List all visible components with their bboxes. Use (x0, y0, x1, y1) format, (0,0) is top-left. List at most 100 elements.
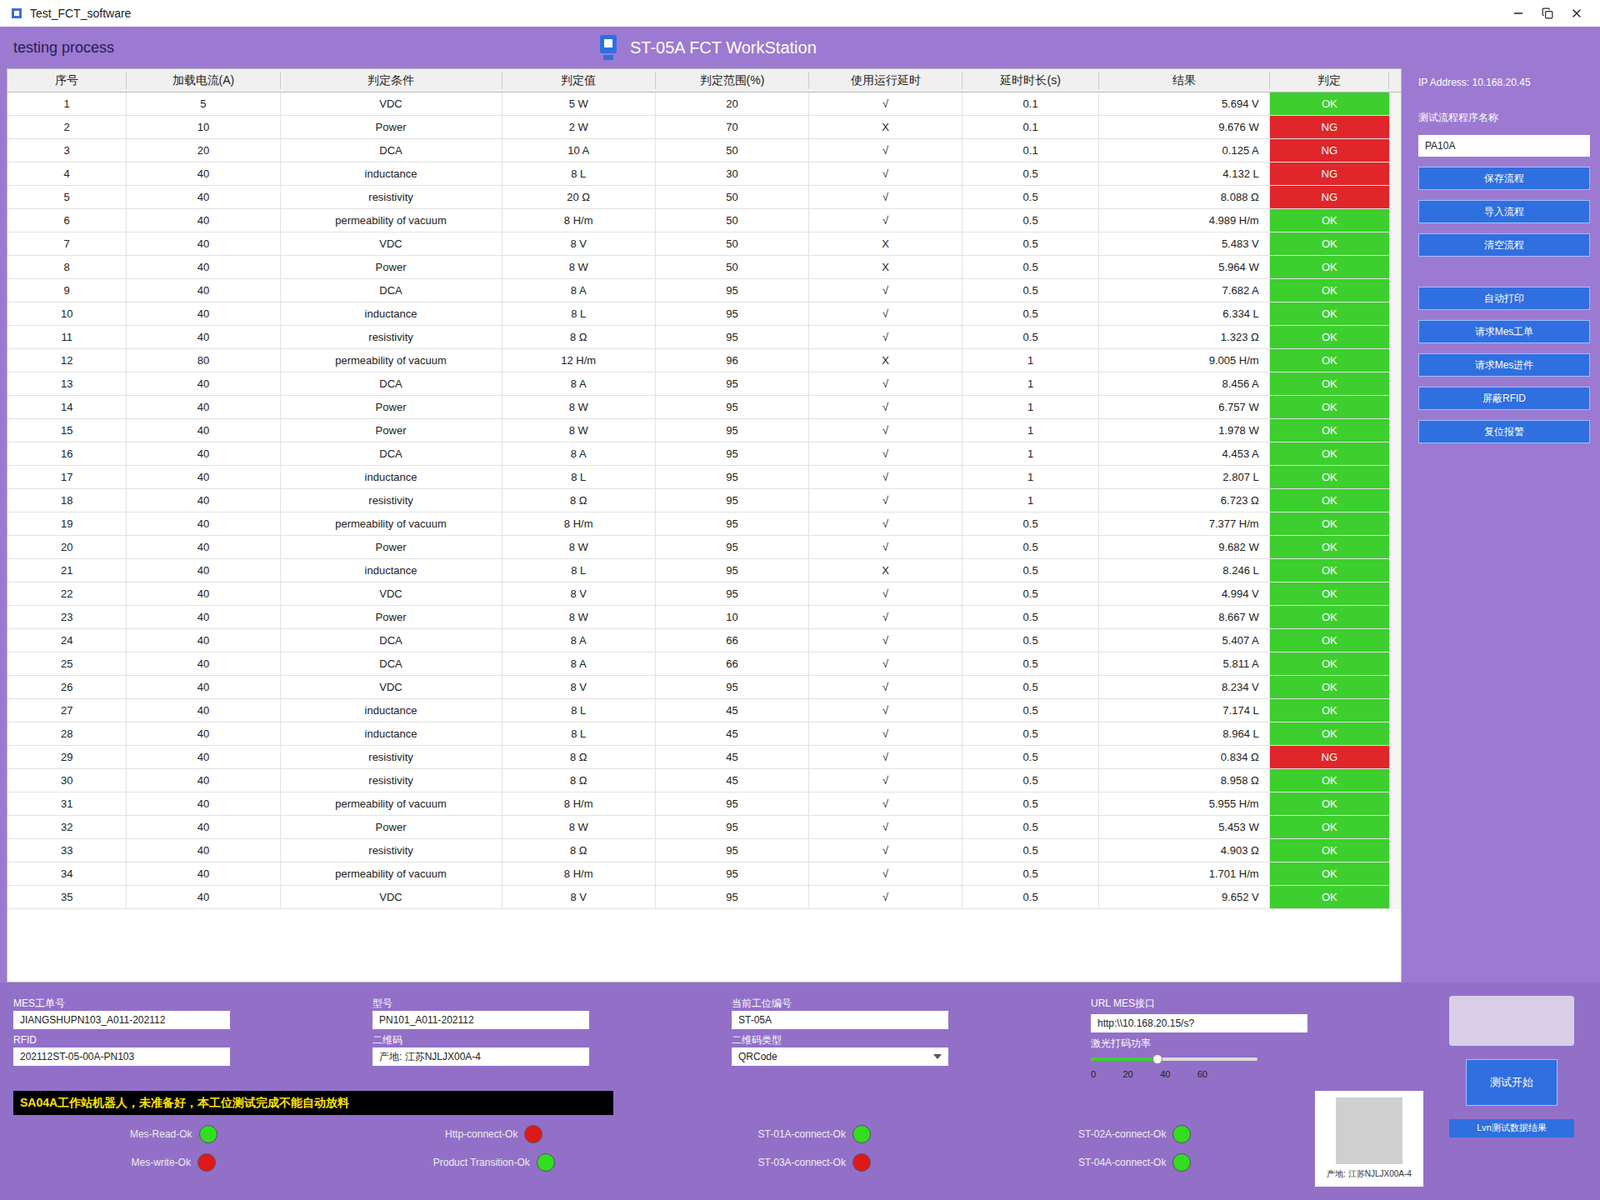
slider-tick: 20 (1123, 1067, 1134, 1082)
table-cell: 1 (962, 419, 1100, 442)
table-cell: 5.811 A (1099, 652, 1270, 675)
table-cell: √ (809, 419, 963, 442)
field-label: URL MES接口 (1090, 995, 1424, 1011)
result-button[interactable]: Lvn测试数据结果 (1449, 1119, 1575, 1138)
table-cell: 0.5 (962, 792, 1100, 815)
field-input[interactable]: 202112ST-05-00A-PN103 (13, 1047, 230, 1066)
table-row[interactable]: 440inductance8 L30√0.54.132 LNG (7, 162, 1390, 186)
table-row[interactable]: 2940resistivity8 Ω45√0.50.834 ΩNG (7, 745, 1390, 770)
table-row[interactable]: 1740inductance8 L95√12.807 LOK (7, 465, 1390, 490)
column-header[interactable]: 延时时长(s) (962, 71, 1100, 90)
table-row[interactable]: 1140resistivity8 Ω95√0.51.323 ΩOK (7, 325, 1390, 350)
company-logo (1449, 995, 1575, 1046)
table-cell: 2 (7, 115, 127, 139)
column-header[interactable]: 判定条件 (280, 71, 503, 90)
laser-label: 激光打码功率 (1090, 1035, 1424, 1051)
judge-cell: OK (1270, 372, 1390, 395)
table-row[interactable]: 3140permeability of vacuum8 H/m95√0.55.9… (7, 792, 1390, 816)
table-cell: 1.978 W (1099, 419, 1270, 442)
sidebar-button[interactable]: 屏蔽RFID (1418, 386, 1590, 410)
table-row[interactable]: 640permeability of vacuum8 H/m50√0.54.98… (7, 209, 1390, 233)
column-header[interactable]: 判定范围(%) (655, 71, 810, 90)
table-row[interactable]: 2740inductance8 L45√0.57.174 LOK (7, 699, 1390, 723)
table-row[interactable]: 1840resistivity8 Ω95√16.723 ΩOK (7, 489, 1390, 513)
table-row[interactable]: 3040resistivity8 Ω45√0.58.958 ΩOK (7, 769, 1390, 793)
table-row[interactable]: 1440Power8 W95√16.757 WOK (7, 395, 1390, 420)
table-row[interactable]: 210Power2 W70X0.19.676 WNG (7, 115, 1390, 140)
table-row[interactable]: 2340Power8 W10√0.58.667 WOK (7, 605, 1390, 630)
sidebar-button[interactable]: 清空流程 (1418, 233, 1590, 257)
table-row[interactable]: 2540DCA8 A66√0.55.811 AOK (7, 652, 1390, 676)
judge-cell: OK (1270, 512, 1390, 535)
scrollbar[interactable] (1389, 92, 1401, 910)
table-cell: 40 (126, 699, 280, 722)
table-cell: 40 (126, 162, 280, 185)
laser-slider[interactable] (1090, 1054, 1258, 1065)
column-header[interactable]: 判定值 (502, 71, 656, 90)
qr-code: 产地: 江苏NJLJX00A-4 (1315, 1090, 1424, 1187)
table-row[interactable]: 3440permeability of vacuum8 H/m95√0.51.7… (7, 862, 1390, 886)
table-cell: Power (280, 255, 503, 279)
slider-tick: 0 (1090, 1067, 1096, 1082)
field-label: 当前工位编号 (731, 995, 1065, 1011)
table-cell: 95 (655, 675, 810, 699)
table-cell: Power (280, 605, 503, 629)
table-cell: 8 Ω (502, 769, 656, 792)
table-cell: 28 (7, 722, 127, 745)
table-row[interactable]: 740VDC8 V50X0.55.483 VOK (7, 232, 1390, 256)
judge-cell: OK (1270, 419, 1390, 442)
start-button[interactable]: 测试开始 (1465, 1059, 1558, 1106)
table-row[interactable]: 3540VDC8 V95√0.59.652 VOK (7, 885, 1390, 910)
close-icon[interactable] (1570, 6, 1584, 20)
table-row[interactable]: 3340resistivity8 Ω95√0.54.903 ΩOK (7, 839, 1390, 863)
table-row[interactable]: 3240Power8 W95√0.55.453 WOK (7, 815, 1390, 840)
sidebar-button[interactable]: 请求Mes工单 (1418, 320, 1590, 344)
field-input[interactable]: 产地: 江苏NJLJX00A-4 (372, 1047, 590, 1066)
table-cell: 40 (126, 769, 280, 792)
table-cell: 40 (126, 745, 280, 769)
column-header[interactable]: 使用运行延时 (809, 71, 963, 90)
sidebar-button[interactable]: 保存流程 (1418, 166, 1590, 190)
table-row[interactable]: 2040Power8 W95√0.59.682 WOK (7, 535, 1390, 560)
column-header[interactable]: 加载电流(A) (126, 71, 280, 90)
table-row[interactable]: 540resistivity20 Ω50√0.58.088 ΩNG (7, 185, 1390, 210)
table-row[interactable]: 2140inductance8 L95X0.58.246 LOK (7, 559, 1390, 583)
slider-thumb[interactable] (1152, 1054, 1163, 1065)
field-input[interactable]: PN101_A011-202112 (372, 1010, 590, 1030)
table-row[interactable]: 840Power8 W50X0.55.964 WOK (7, 255, 1390, 280)
table-cell: 19 (7, 512, 127, 535)
table-row[interactable]: 1040inductance8 L95√0.56.334 LOK (7, 302, 1390, 326)
table-row[interactable]: 1640DCA8 A95√14.453 AOK (7, 442, 1390, 466)
restore-icon[interactable] (1541, 7, 1554, 20)
field-select[interactable]: QRCode (731, 1047, 949, 1066)
table-row[interactable]: 1340DCA8 A95√18.456 AOK (7, 372, 1390, 396)
table-row[interactable]: 2240VDC8 V95√0.54.994 VOK (7, 582, 1390, 606)
table-row[interactable]: 940DCA8 A95√0.57.682 AOK (7, 279, 1390, 303)
minimize-icon[interactable] (1511, 6, 1525, 20)
table-cell: 7 (7, 232, 127, 255)
column-header[interactable]: 结果 (1099, 71, 1270, 90)
sidebar-button[interactable]: 请求Mes进件 (1418, 353, 1590, 377)
field-input[interactable]: JIANGSHUPN103_A011-202112 (13, 1010, 230, 1030)
table-row[interactable]: 2840inductance8 L45√0.58.964 LOK (7, 722, 1390, 746)
table-cell: VDC (280, 885, 503, 909)
program-input[interactable]: PA10A (1418, 135, 1590, 157)
sidebar-button[interactable]: 导入流程 (1418, 200, 1590, 224)
table-row[interactable]: 2640VDC8 V95√0.58.234 VOK (7, 675, 1390, 700)
sidebar-button[interactable]: 复位报警 (1418, 420, 1590, 444)
judge-cell: OK (1270, 535, 1390, 559)
table-cell: 95 (655, 582, 810, 605)
table-row[interactable]: 1540Power8 W95√11.978 WOK (7, 419, 1390, 443)
table-row[interactable]: 2440DCA8 A66√0.55.407 AOK (7, 629, 1390, 653)
sidebar-button[interactable]: 自动打印 (1418, 286, 1590, 310)
table-row[interactable]: 1280permeability of vacuum12 H/m96X19.00… (7, 349, 1390, 373)
table-row[interactable]: 320DCA10 A50√0.10.125 ANG (7, 139, 1390, 163)
table-row[interactable]: 1940permeability of vacuum8 H/m95√0.57.3… (7, 512, 1390, 536)
field-input[interactable]: ST-05A (731, 1010, 949, 1030)
table-cell: inductance (280, 162, 503, 185)
column-header[interactable]: 序号 (7, 71, 127, 90)
column-header[interactable]: 判定 (1270, 71, 1390, 90)
field-input[interactable]: http:\\10.168.20.15/s? (1090, 1014, 1308, 1033)
table-row[interactable]: 15VDC5 W20√0.15.694 VOK (7, 92, 1390, 116)
table-cell: 0.5 (962, 279, 1100, 302)
